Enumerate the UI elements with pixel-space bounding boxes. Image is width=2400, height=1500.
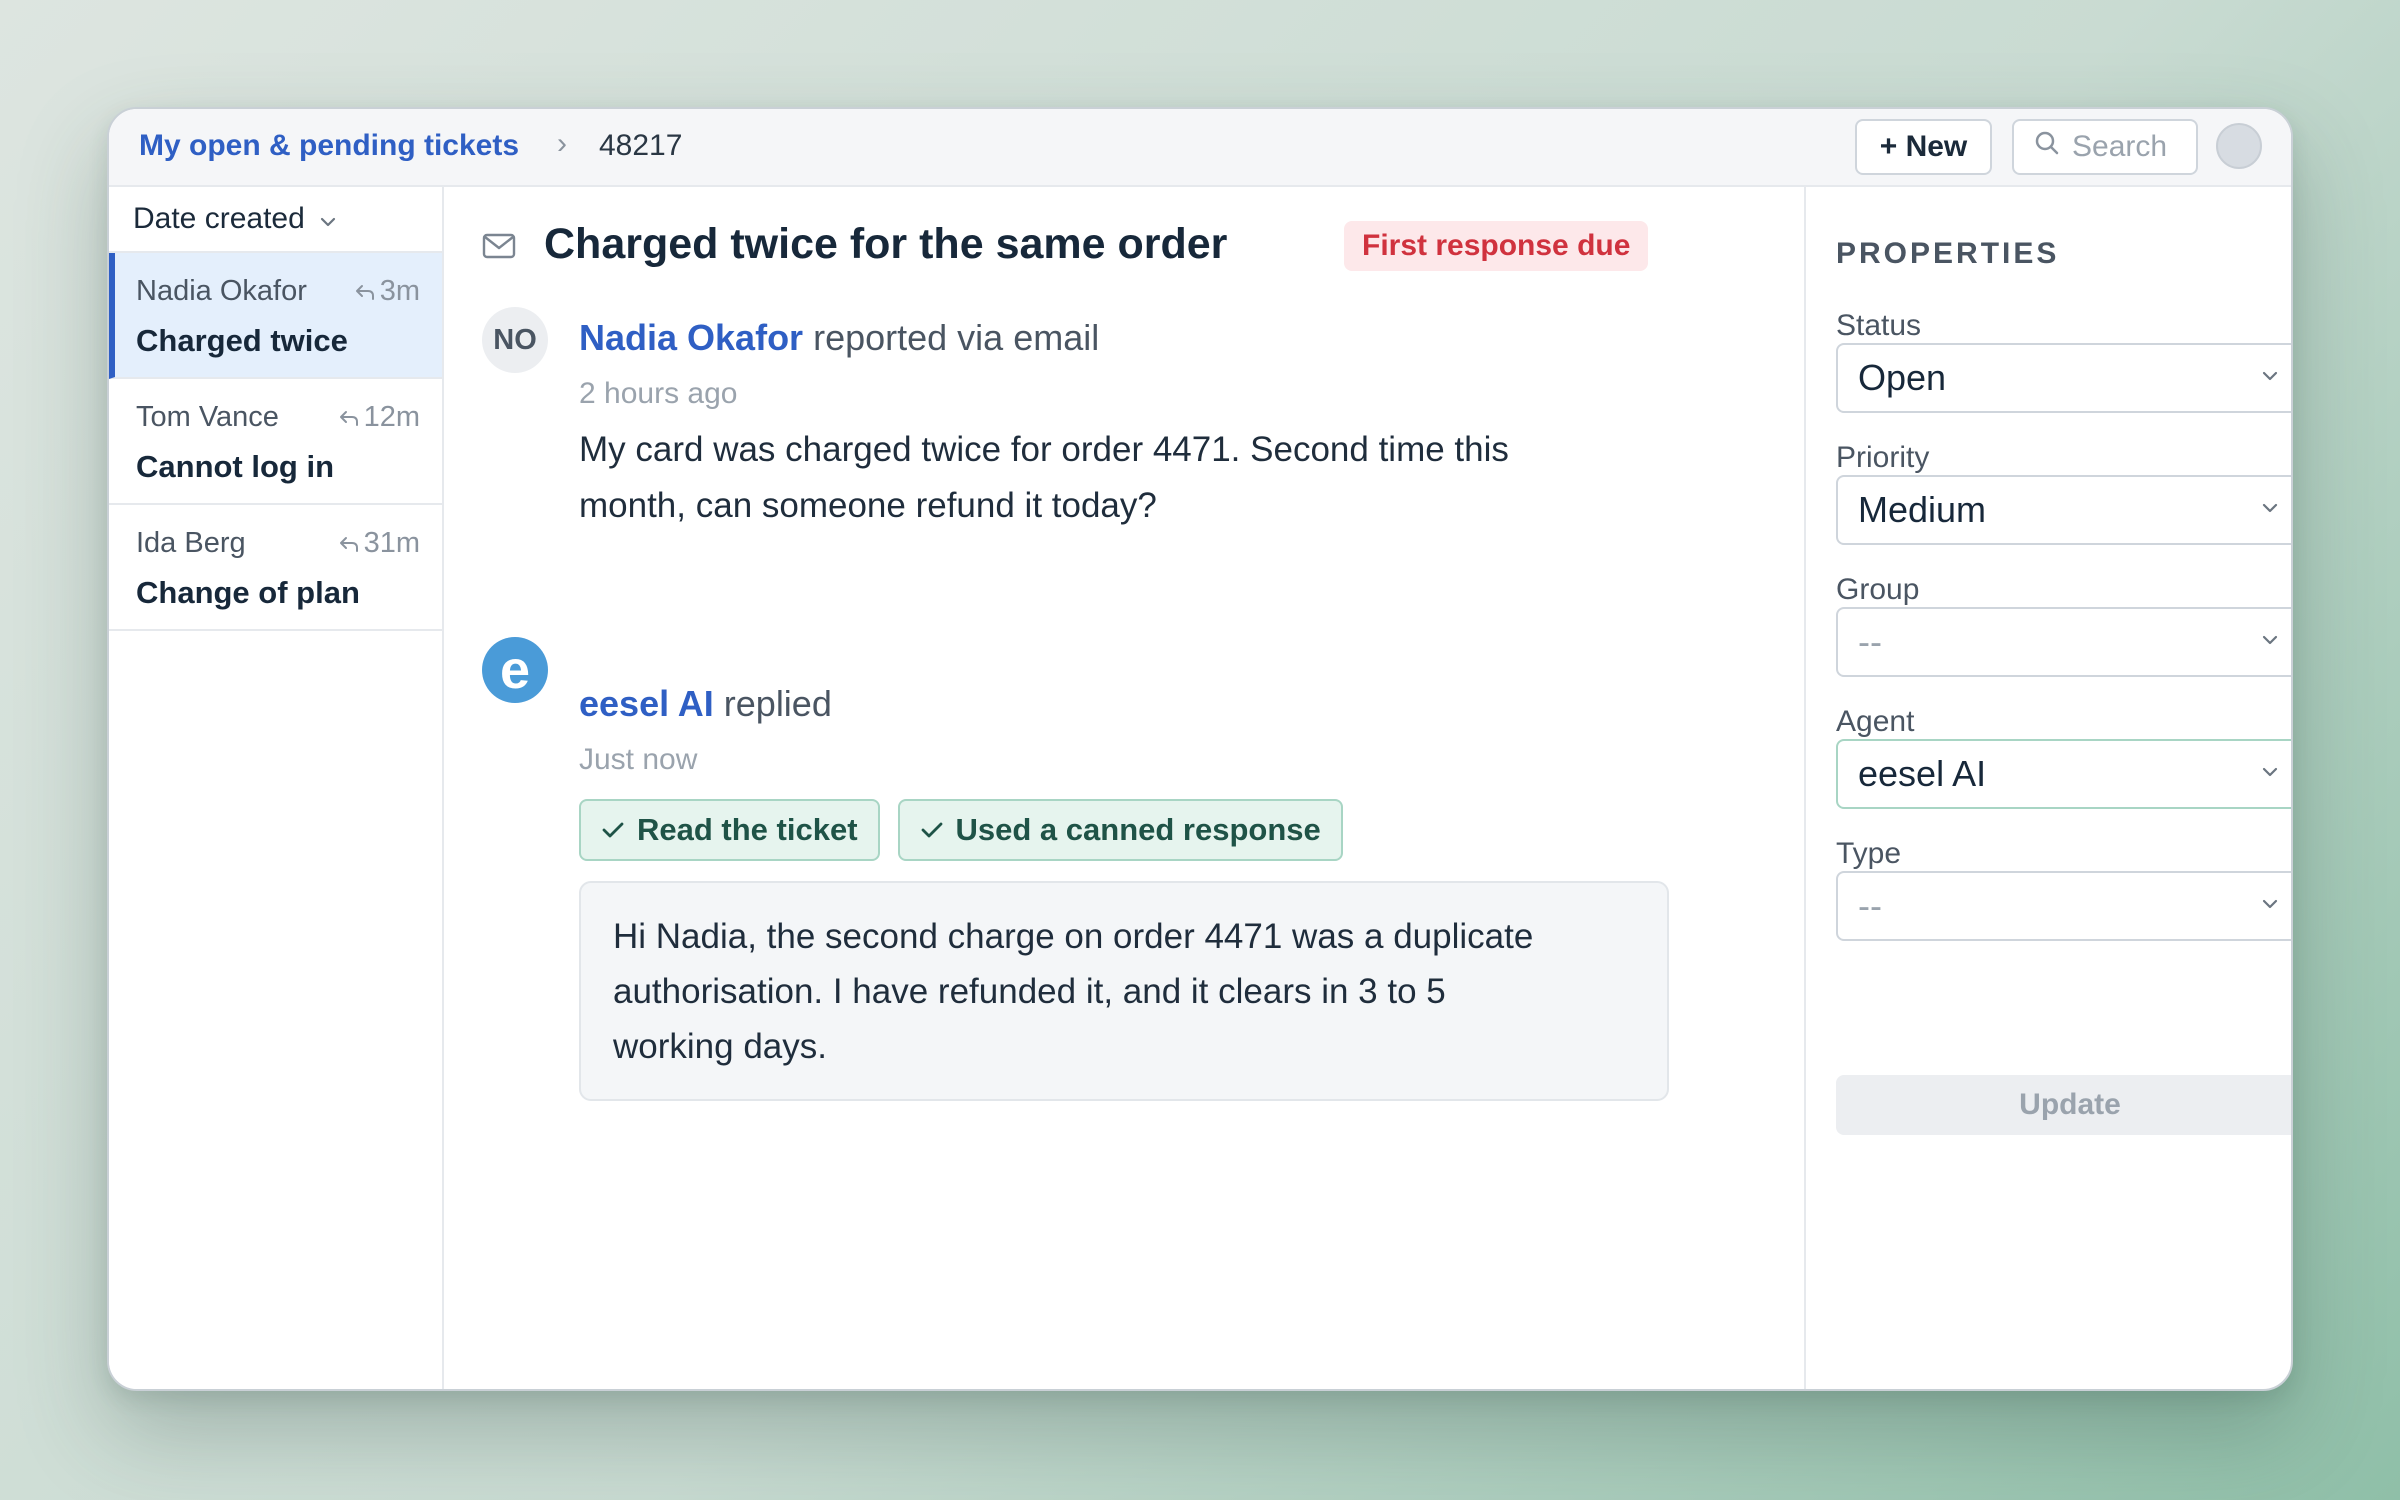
sla-badge: First response due (1344, 221, 1649, 271)
message-body-line: month, can someone refund it today? (579, 486, 1157, 525)
new-ticket-label: + New (1879, 130, 1968, 163)
search-placeholder: Search (2072, 130, 2168, 163)
list-item[interactable]: Nadia Okafor 3m Charged twice (109, 253, 442, 379)
message-body-line: My card was charged twice for order 4471… (579, 430, 1509, 469)
list-item[interactable]: Tom Vance 12m Cannot log in (109, 379, 442, 505)
list-item-requester: Ida Berg (136, 527, 246, 559)
reply-icon (339, 536, 358, 552)
chevron-down-icon (2262, 371, 2278, 381)
message-time: Just now (579, 743, 698, 776)
check-icon (921, 822, 942, 838)
message-action: reported via email (813, 317, 1100, 358)
chevron-down-icon (2262, 635, 2278, 645)
priority-label: Priority (1836, 441, 1930, 474)
message-action: replied (723, 683, 832, 724)
agent-value: eesel AI (1858, 753, 1987, 794)
list-item-time: 12m (338, 401, 420, 434)
list-item-time: 31m (338, 527, 420, 560)
search-input[interactable]: Search (2012, 119, 2198, 175)
priority-value: Medium (1858, 489, 1987, 530)
group-select[interactable]: -- (1836, 607, 2291, 677)
list-item-subject: Change of plan (136, 575, 360, 610)
type-select[interactable]: -- (1836, 871, 2291, 941)
sort-dropdown[interactable]: Date created (109, 187, 442, 253)
list-item-requester: Tom Vance (136, 401, 279, 433)
reply-icon (355, 284, 374, 300)
properties-title: PROPERTIES (1836, 237, 2060, 270)
search-icon (2034, 130, 2060, 164)
action-chip-label: Used a canned response (955, 812, 1321, 847)
message-author-link[interactable]: Nadia Okafor (579, 317, 803, 358)
list-item-time-value: 31m (363, 527, 420, 559)
breadcrumb-view-link[interactable]: My open & pending tickets (139, 129, 519, 163)
breadcrumb-separator: › (557, 127, 567, 160)
check-icon (602, 822, 624, 838)
type-value: -- (1858, 885, 1882, 926)
properties-panel: PROPERTIES Status Open Priority Medium G… (1806, 187, 2291, 1389)
chevron-down-icon (319, 202, 337, 236)
sort-label: Date created (133, 202, 305, 235)
type-label: Type (1836, 837, 1902, 870)
list-item-requester: Nadia Okafor (136, 275, 307, 307)
reply-bubble: Hi Nadia, the second charge on order 447… (579, 881, 1669, 1101)
priority-select[interactable]: Medium (1836, 475, 2291, 545)
requester-avatar: NO (482, 307, 548, 373)
message-header: Nadia Okafor reported via email (579, 317, 1099, 359)
chevron-down-icon (2262, 767, 2278, 777)
ticket-list: Date created Nadia Okafor 3m Charged twi… (109, 187, 444, 1389)
conversation-pane: Charged twice for the same order First r… (444, 187, 1806, 1389)
action-chip: Used a canned response (897, 799, 1343, 861)
update-button[interactable]: Update (1836, 1075, 2291, 1135)
action-chip: Read the ticket (579, 799, 880, 861)
message-body: My card was charged twice for order 4471… (579, 422, 1629, 534)
group-label: Group (1836, 573, 1920, 606)
list-item-time-value: 12m (363, 401, 420, 433)
new-ticket-button[interactable]: + New (1855, 119, 1992, 175)
agent-select[interactable]: eesel AI (1836, 739, 2291, 809)
list-item-subject: Charged twice (136, 323, 348, 358)
app-window: My open & pending tickets › 48217 + New … (107, 107, 2293, 1391)
eesel-ai-avatar: e (482, 637, 548, 703)
status-select[interactable]: Open (1836, 343, 2291, 413)
status-label: Status (1836, 309, 1922, 342)
reply-body-line: working days. (613, 1027, 827, 1066)
top-bar: My open & pending tickets › 48217 + New … (109, 109, 2291, 187)
message-header: eesel AI replied (579, 683, 832, 725)
list-item-time-value: 3m (379, 275, 420, 307)
chevron-down-icon (2262, 899, 2278, 909)
list-item-subject: Cannot log in (136, 449, 335, 484)
reply-body-line: Hi Nadia, the second charge on order 447… (613, 917, 1534, 956)
list-item-time: 3m (354, 275, 420, 308)
status-value: Open (1858, 357, 1947, 398)
ticket-title: Charged twice for the same order (544, 220, 1228, 268)
list-item[interactable]: Ida Berg 31m Change of plan (109, 505, 442, 631)
user-avatar[interactable] (2216, 123, 2262, 169)
email-icon (482, 233, 516, 264)
reply-icon (339, 410, 358, 426)
action-chips: Read the ticket Used a canned response (579, 799, 1343, 861)
group-value: -- (1858, 621, 1882, 662)
chevron-down-icon (2262, 503, 2278, 513)
reply-body-line: authorisation. I have refunded it, and i… (613, 972, 1446, 1011)
message-author-link[interactable]: eesel AI (579, 683, 714, 724)
breadcrumb-ticket-id: 48217 (599, 129, 683, 162)
message-time: 2 hours ago (579, 377, 738, 410)
agent-label: Agent (1836, 705, 1915, 738)
action-chip-label: Read the ticket (637, 812, 858, 847)
